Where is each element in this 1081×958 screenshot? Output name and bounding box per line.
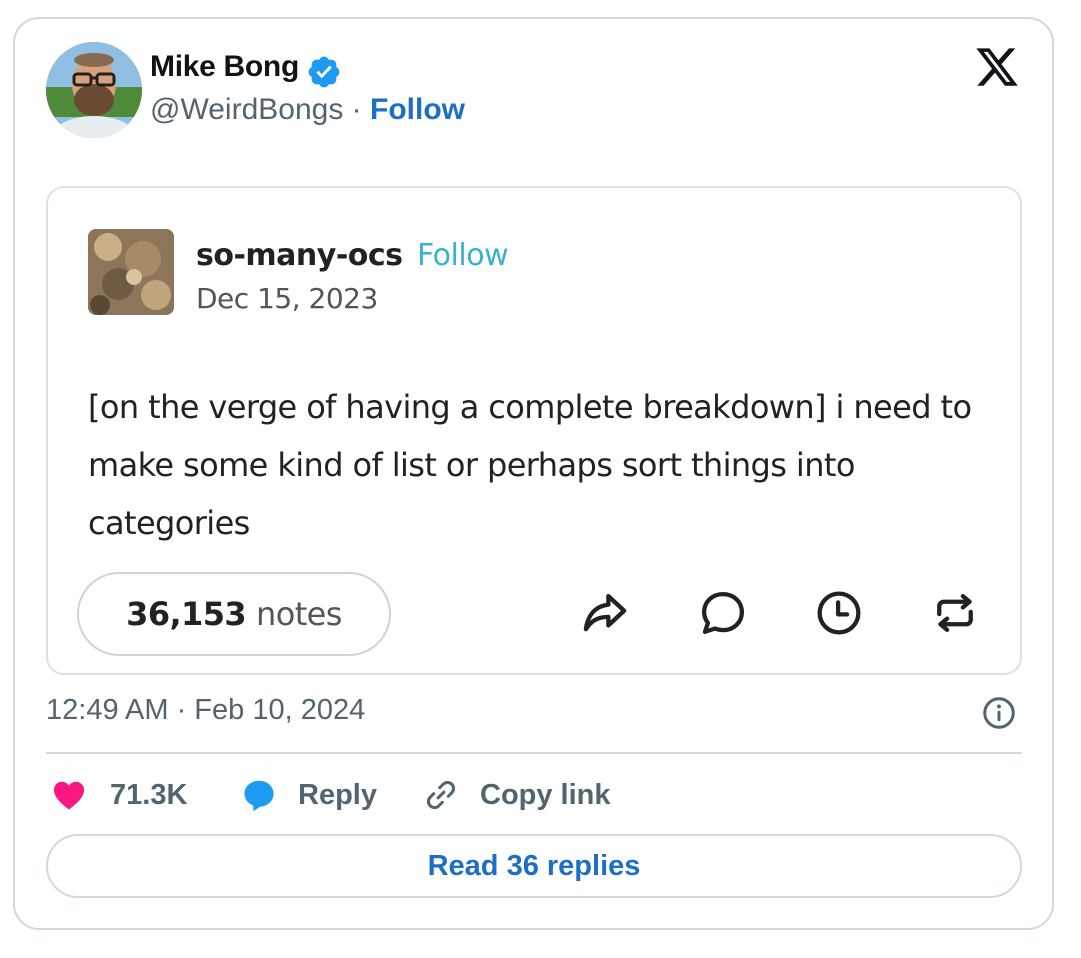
copy-link-label: Copy link	[480, 778, 611, 811]
blog-name[interactable]: so-many-ocs	[196, 238, 403, 273]
author-avatar[interactable]	[46, 42, 142, 138]
divider	[46, 752, 1022, 754]
notes-count: 36,153	[126, 595, 247, 633]
reply-bubble-icon	[244, 780, 274, 812]
blog-follow-link[interactable]: Follow	[417, 238, 509, 273]
blog-avatar[interactable]	[88, 229, 174, 315]
link-icon	[426, 780, 456, 810]
reblog-icon[interactable]	[928, 586, 982, 640]
x-logo-icon[interactable]	[974, 44, 1020, 90]
post-text: [on the verge of having a complete break…	[88, 388, 972, 542]
verified-badge-icon	[308, 56, 340, 88]
share-icon[interactable]	[578, 586, 632, 640]
comment-icon[interactable]	[696, 586, 750, 640]
tweet-timestamp[interactable]: 12:49 AM · Feb 10, 2024	[46, 694, 365, 727]
like-count: 71.3K	[110, 778, 188, 811]
like-button[interactable]: 71.3K	[50, 774, 187, 816]
read-replies-label: Read 36 replies	[427, 849, 641, 882]
author-handle[interactable]: @WeirdBongs	[150, 93, 343, 126]
read-replies-button[interactable]: Read 36 replies	[46, 834, 1022, 898]
reply-button[interactable]: Reply	[240, 774, 377, 816]
embedded-post[interactable]: so-many-ocs Follow Dec 15, 2023 [on the …	[46, 186, 1022, 675]
heart-icon	[53, 781, 85, 810]
author-name[interactable]: Mike Bong	[150, 50, 299, 84]
clock-icon[interactable]	[812, 586, 866, 640]
notes-label: notes	[256, 595, 342, 633]
follow-author-link[interactable]: Follow	[370, 93, 465, 126]
separator-dot: ·	[343, 93, 370, 126]
info-icon[interactable]	[981, 695, 1017, 731]
notes-button[interactable]: 36,153 notes	[77, 572, 391, 656]
author-handle-row: @WeirdBongs · Follow	[150, 93, 465, 127]
post-date: Dec 15, 2023	[196, 282, 378, 315]
copy-link-button[interactable]: Copy link	[422, 774, 611, 816]
reply-label: Reply	[298, 778, 377, 811]
